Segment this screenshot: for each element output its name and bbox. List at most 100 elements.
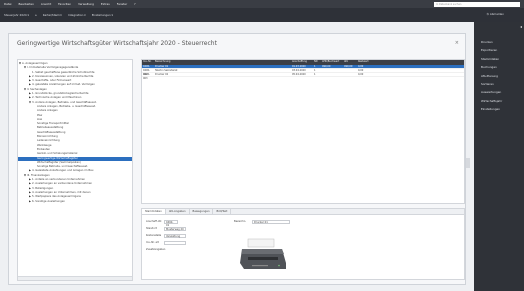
table-cell (344, 73, 358, 76)
toolbar-item-einstellungen[interactable]: Einstellungen ▾ (92, 13, 113, 17)
tree-item-label: Ladeneinrichtung (37, 139, 60, 143)
tree-item-label: Gerüst- und Schalungsmaterial (37, 152, 78, 156)
sidebar-item[interactable]: Wirtschaftsjahr (474, 97, 524, 105)
menu-verwaltung[interactable]: Verwaltung (78, 2, 94, 6)
field-label: Anschaff.-Nr. (146, 220, 162, 224)
tree-item-label: 1. Grundstücke, grundstücksgleiche Recht… (32, 92, 89, 96)
table-cell: 01.03.2020 (292, 64, 306, 68)
table-cell: Drucker 02 (155, 72, 169, 76)
designation-field: Bezeichn. Drucker 01 (234, 219, 290, 226)
sidebar-item[interactable]: Drucken (474, 38, 524, 46)
sidebar-item[interactable]: Exportieren (474, 46, 524, 54)
menu-ansicht[interactable]: Ansicht (41, 2, 51, 6)
tree-item-label: I. Immaterielle Vermögensgegenstände (27, 66, 79, 70)
menu-extras[interactable]: Extras (101, 2, 110, 6)
table-cell: 0490-001 (143, 64, 150, 72)
field-row: Inv.-Nr. alt (146, 240, 231, 246)
tree-horizontal-scrollbar[interactable] (18, 276, 132, 280)
tree-item-label: 5. Wertpapiere des Anlagevermögens (32, 195, 81, 199)
tree-item-label: III. Finanzanlagen (27, 173, 50, 177)
tree-item-label: A. Anlagevermögen (22, 62, 48, 65)
right-sidebar: ◂ Drucken Exportieren Stammdaten Buchungen A… (474, 22, 524, 291)
table-cell: 0,00 (358, 72, 364, 76)
gwg-window: Geringwertige Wirtschaftsgüter Wirtschaf… (8, 33, 466, 285)
sidebar-item[interactable]: AfA-Planung (474, 72, 524, 80)
detail-tab[interactable]: Bild/Text (213, 209, 232, 214)
toolbar: Steuerjahr 2024 ▾ ⌂ Kartei/Stamm Integra… (0, 8, 524, 22)
tree-item-label: 6. Sonstige Ausleihungen (32, 199, 65, 203)
sidebar-items: Drucken Exportieren Stammdaten Buchungen AfA… (474, 38, 524, 114)
toolbar-item-integration[interactable]: Integration ▾ (68, 13, 86, 17)
splitter-handle[interactable] (466, 158, 470, 168)
asset-table: Inv.-Nr. Bezeichnung Anschaffung ND AHK/Buch… (141, 59, 465, 204)
field-row: Kostenstelle Verwaltung (146, 233, 231, 239)
table-cell: 1 (314, 68, 316, 72)
menu-datei[interactable]: Datei (4, 2, 11, 6)
table-cell: Drucker 01 (155, 64, 169, 68)
field-input[interactable]: Verwaltung (164, 233, 186, 238)
menu-favoriten[interactable]: Favoriten (58, 2, 71, 6)
tree-item-label: 2. Konzessionen, Lizenzen und ähnliche R… (32, 74, 94, 78)
printer-icon (240, 238, 286, 269)
menu-fenster[interactable]: Fenster (117, 2, 127, 6)
table-row[interactable]: 0490-003 Drucker 02 05.04.2020 1 0,00 (142, 72, 464, 80)
field-input[interactable]: 0490-01 (164, 219, 178, 227)
tree-item-label: Andere Anlagen (37, 109, 58, 113)
field-label: Kostenstelle (146, 234, 162, 238)
designation-label: Bezeichn. (234, 220, 247, 224)
tree-item-label: 3. Andere Anlagen, Betriebs- und Geschäf… (32, 100, 97, 104)
tree-item-label: Andere Anlagen, Betriebs- u. Geschäftsau… (37, 104, 96, 108)
sidebar-item[interactable]: Stammdaten (474, 55, 524, 63)
detail-tab[interactable]: AfA-Angaben (166, 209, 190, 214)
sidebar-item[interactable]: Einstellungen (474, 105, 524, 113)
detail-tabs: Stammdaten AfA-Angaben Bewegungen Bild/Text (142, 209, 464, 215)
sidebar-item[interactable]: Sortieren (474, 80, 524, 88)
logout-button[interactable]: ⏻ Abmelden (487, 12, 510, 16)
toolbar-item-stamm[interactable]: Kartei/Stamm (43, 13, 62, 17)
table-cell (322, 73, 344, 76)
tree-item-label: Pkw (37, 113, 43, 117)
tree-item-label: 2. Ausleihungen an verbundene Unternehme… (32, 182, 93, 186)
window-title: Geringwertige Wirtschaftsgüter Wirtschaf… (17, 40, 217, 47)
collapse-arrow-icon[interactable]: ◂ (520, 24, 522, 29)
table-cell: 499,00 (344, 64, 353, 68)
home-icon[interactable]: ⌂ (35, 13, 37, 17)
table-cell: 499,00 (322, 64, 331, 68)
table-cell: 1 (314, 64, 316, 68)
tax-year-dropdown[interactable]: Steuerjahr 2024 ▾ (4, 13, 29, 17)
detail-tab[interactable]: Stammdaten (142, 209, 166, 214)
tree-item-label: Wirtschaftsgüter (Sammelposten) (37, 160, 81, 164)
field-input[interactable] (164, 240, 186, 245)
field-row: Anschaff.-Nr. 0490-01 (146, 219, 231, 227)
sidebar-item[interactable]: Auswertungen (474, 88, 524, 96)
table-cell: 1 (314, 72, 316, 76)
field-label: Zusatzangaben (146, 248, 166, 252)
table-cell: Telefon Sekretariat (155, 68, 178, 72)
tree-item-label: Einbauten (37, 147, 51, 151)
sidebar-item[interactable]: Buchungen (474, 63, 524, 71)
table-cell: 0490-003 (143, 72, 150, 80)
window-close-button[interactable]: × (455, 40, 459, 46)
database-search-input[interactable]: In Datenbank suchen (434, 1, 520, 7)
detail-panel: Stammdaten AfA-Angaben Bewegungen Bild/Text… (141, 208, 465, 280)
tree-item-label: Lkw (37, 117, 43, 121)
table-cell: 0,00 (358, 64, 364, 68)
detail-tab[interactable]: Bewegungen (190, 209, 214, 214)
tree-item-label: Geschäftsausstattung (37, 130, 66, 134)
table-body: 0490-001 Drucker 01 01.03.2020 1 499,00 499,0… (142, 64, 464, 80)
tree-item-label: Sonstige Transportmittel (37, 122, 69, 126)
field-input[interactable]: Musterweg 20 (164, 226, 186, 231)
tree-item-label: Büroeinrichtung (37, 135, 58, 139)
tree-item-label: Betriebsausstattung (37, 126, 64, 130)
menu-bearbeiten[interactable]: Bearbeiten (18, 2, 33, 6)
tree-item-label: Geringwertige Wirtschaftsgüter (37, 156, 78, 160)
tree-item-label: 2. Technische Anlagen und Maschinen (32, 96, 82, 100)
tree-item[interactable]: ▶6. Sonstige Ausleihungen (18, 200, 132, 204)
table-cell: 0,00 (358, 68, 364, 72)
table-cell: 05.04.2020 (292, 72, 306, 76)
tree-item-label: II. Sachanlagen (27, 87, 47, 91)
designation-input[interactable]: Drucker 01 (252, 219, 290, 224)
menu-help[interactable]: ? (134, 2, 136, 6)
tree-item-label: 3. Geschäfts- oder Firmenwert (32, 79, 72, 83)
